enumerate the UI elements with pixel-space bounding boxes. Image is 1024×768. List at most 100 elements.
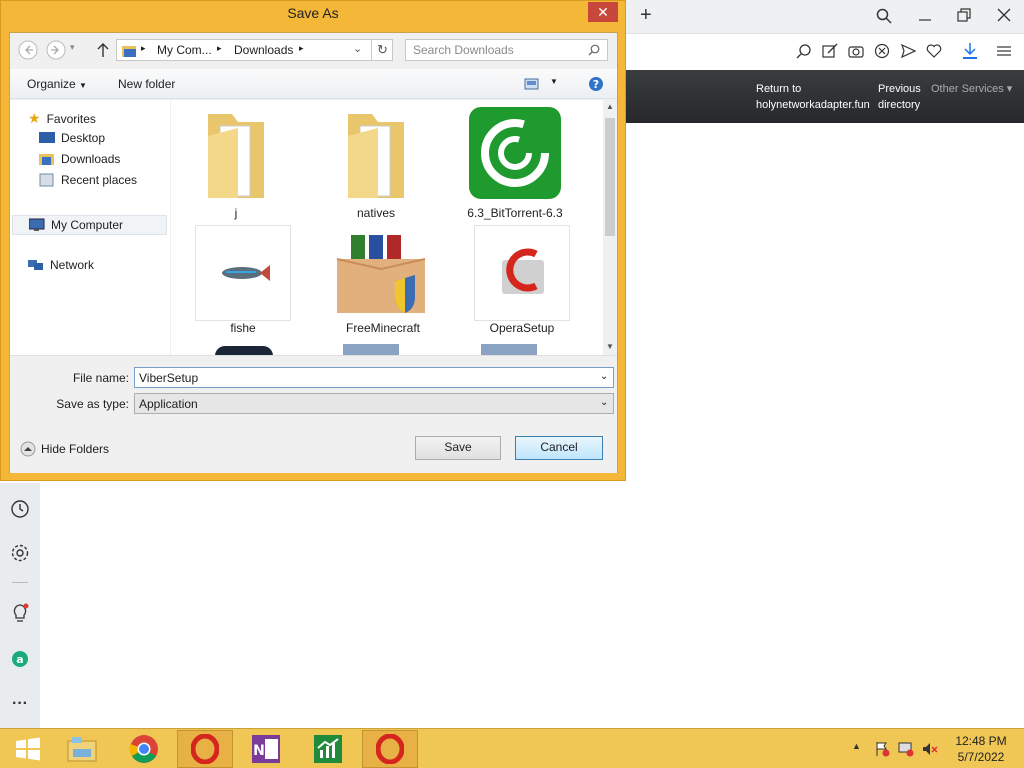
taskbar: N ▲ 12:48 PM 5/7/2022 [0, 728, 1024, 768]
folder-icon [348, 114, 404, 198]
refresh-icon[interactable]: ↻ [371, 40, 393, 60]
sidebar-divider [12, 582, 28, 583]
file-name-input[interactable]: ViberSetup ⌄ [134, 367, 614, 388]
heart-icon[interactable] [926, 43, 942, 59]
vertical-scrollbar[interactable]: ▲ ▼ [603, 100, 617, 355]
file-item-freeminecraft[interactable]: FreeMinecraft [333, 225, 433, 343]
navigation-pane: ★ Favorites Desktop Downloads Recent plac… [10, 100, 170, 355]
more-icon[interactable]: ··· [10, 695, 30, 715]
opera-icon [376, 734, 404, 764]
lightbulb-icon[interactable] [10, 603, 30, 623]
installer-box-icon [336, 235, 426, 313]
cancel-button[interactable]: Cancel [515, 436, 603, 460]
taskbar-file-explorer[interactable] [54, 730, 110, 768]
breadcrumb-my-computer[interactable]: My Com... [157, 43, 212, 57]
dialog-body: ▾ ▸ My Com... ▸ Downloads ▸ ⌄ ↻ Search D… [9, 32, 618, 473]
tree-recent-places[interactable]: Recent places [39, 173, 137, 187]
settings-menu-icon[interactable] [996, 43, 1012, 59]
back-icon[interactable] [18, 40, 38, 60]
recent-places-icon [39, 173, 54, 187]
organize-menu[interactable]: Organize ▼ [27, 77, 87, 91]
taskbar-onenote[interactable]: N [238, 730, 294, 768]
settings-icon[interactable] [10, 543, 30, 563]
address-dropdown-icon[interactable]: ⌄ [353, 42, 362, 55]
block-icon[interactable] [874, 43, 890, 59]
edit-icon[interactable] [822, 43, 838, 59]
desktop-icon [39, 132, 55, 143]
volume-muted-icon[interactable] [922, 741, 938, 757]
action-center-flag-icon[interactable] [874, 741, 890, 757]
search-placeholder: Search Downloads [413, 43, 514, 57]
other-services-menu[interactable]: Other Services ▾ [931, 81, 1012, 97]
browser-tab-strip: + [626, 0, 1024, 34]
restore-icon[interactable] [957, 8, 971, 22]
clock-time: 12:48 PM [955, 734, 1007, 748]
downloads-folder-icon [39, 154, 54, 165]
tree-my-computer-selected[interactable]: My Computer [12, 215, 167, 235]
return-link[interactable]: Return to holynetworkadapter.fun [756, 81, 870, 113]
camera-icon[interactable] [848, 43, 864, 59]
new-folder-button[interactable]: New folder [118, 77, 175, 91]
send-icon[interactable] [900, 43, 916, 59]
network-status-icon[interactable] [898, 741, 914, 757]
file-name-dropdown-icon[interactable]: ⌄ [600, 371, 608, 382]
start-button[interactable] [0, 730, 56, 768]
tree-favorites[interactable]: ★ Favorites [28, 110, 96, 127]
search-tabs-icon[interactable] [876, 8, 892, 24]
file-item-folder-natives[interactable]: natives [326, 106, 426, 222]
save-as-dialog: Save As ✕ ▾ ▸ My Com... ▸ Downloads ▸ ⌄ … [0, 0, 626, 481]
taskbar-stocks-app[interactable] [300, 730, 356, 768]
windows-logo-icon [16, 737, 40, 761]
breadcrumb-downloads[interactable]: Downloads [234, 43, 293, 57]
zoom-icon[interactable] [796, 43, 812, 59]
recent-locations-icon[interactable]: ▾ [70, 42, 75, 53]
address-bar[interactable]: ▸ My Com... ▸ Downloads ▸ ⌄ ↻ [116, 39, 393, 61]
tree-desktop[interactable]: Desktop [39, 131, 105, 145]
file-item-fishe[interactable]: fishe [193, 225, 293, 343]
file-item-folder-j[interactable]: j [186, 106, 286, 222]
tree-downloads[interactable]: Downloads [39, 152, 120, 166]
forward-icon[interactable] [46, 40, 66, 60]
save-type-dropdown-icon[interactable]: ⌄ [600, 397, 608, 408]
history-icon[interactable] [10, 499, 30, 519]
new-tab-button[interactable]: + [640, 4, 652, 27]
file-item-operasetup[interactable]: OperaSetup [472, 225, 572, 343]
bittorrent-app-icon [469, 107, 561, 199]
show-hidden-icons[interactable]: ▲ [852, 741, 861, 751]
save-button[interactable]: Save [415, 436, 501, 460]
view-dropdown-icon[interactable]: ▼ [550, 77, 558, 86]
up-arrow-icon[interactable] [96, 42, 110, 58]
breadcrumb-separator: ▸ [299, 43, 304, 53]
command-bar: Organize ▼ New folder ▼ ? [10, 69, 617, 99]
taskbar-opera-second[interactable] [362, 730, 418, 768]
scroll-up-icon[interactable]: ▲ [606, 102, 614, 111]
folder-path-icon [122, 46, 136, 57]
taskbar-chrome[interactable] [116, 730, 172, 768]
search-input[interactable]: Search Downloads [405, 39, 608, 61]
view-options-icon[interactable] [524, 77, 540, 91]
scroll-down-icon[interactable]: ▼ [606, 342, 614, 351]
clock[interactable]: 12:48 PM 5/7/2022 [948, 733, 1014, 765]
previous-directory-link[interactable]: Previous directory [878, 81, 921, 113]
chart-app-icon [314, 735, 342, 763]
svg-text:N: N [253, 743, 265, 759]
help-icon[interactable]: ? [588, 76, 604, 92]
taskbar-opera-active[interactable] [177, 730, 233, 768]
breadcrumb-separator: ▸ [217, 43, 222, 53]
scrollbar-thumb[interactable] [605, 118, 615, 236]
dialog-close-button[interactable]: ✕ [588, 2, 618, 22]
aria-icon[interactable]: a [10, 649, 30, 669]
file-item-bittorrent[interactable]: 6.3_BitTorrent-6.3 [465, 106, 565, 222]
minimize-icon[interactable] [918, 8, 932, 22]
computer-icon [29, 218, 45, 231]
svg-text:?: ? [593, 78, 599, 91]
partial-file-icon [215, 346, 273, 355]
chrome-icon [129, 735, 158, 763]
tree-network[interactable]: Network [28, 258, 94, 272]
hide-folders-button[interactable]: Hide Folders [20, 441, 109, 457]
save-type-label: Save as type: [56, 397, 129, 411]
download-icon[interactable] [962, 42, 978, 60]
fish-icon [195, 225, 291, 321]
save-type-select[interactable]: Application ⌄ [134, 393, 614, 414]
close-browser-icon[interactable] [997, 8, 1011, 22]
